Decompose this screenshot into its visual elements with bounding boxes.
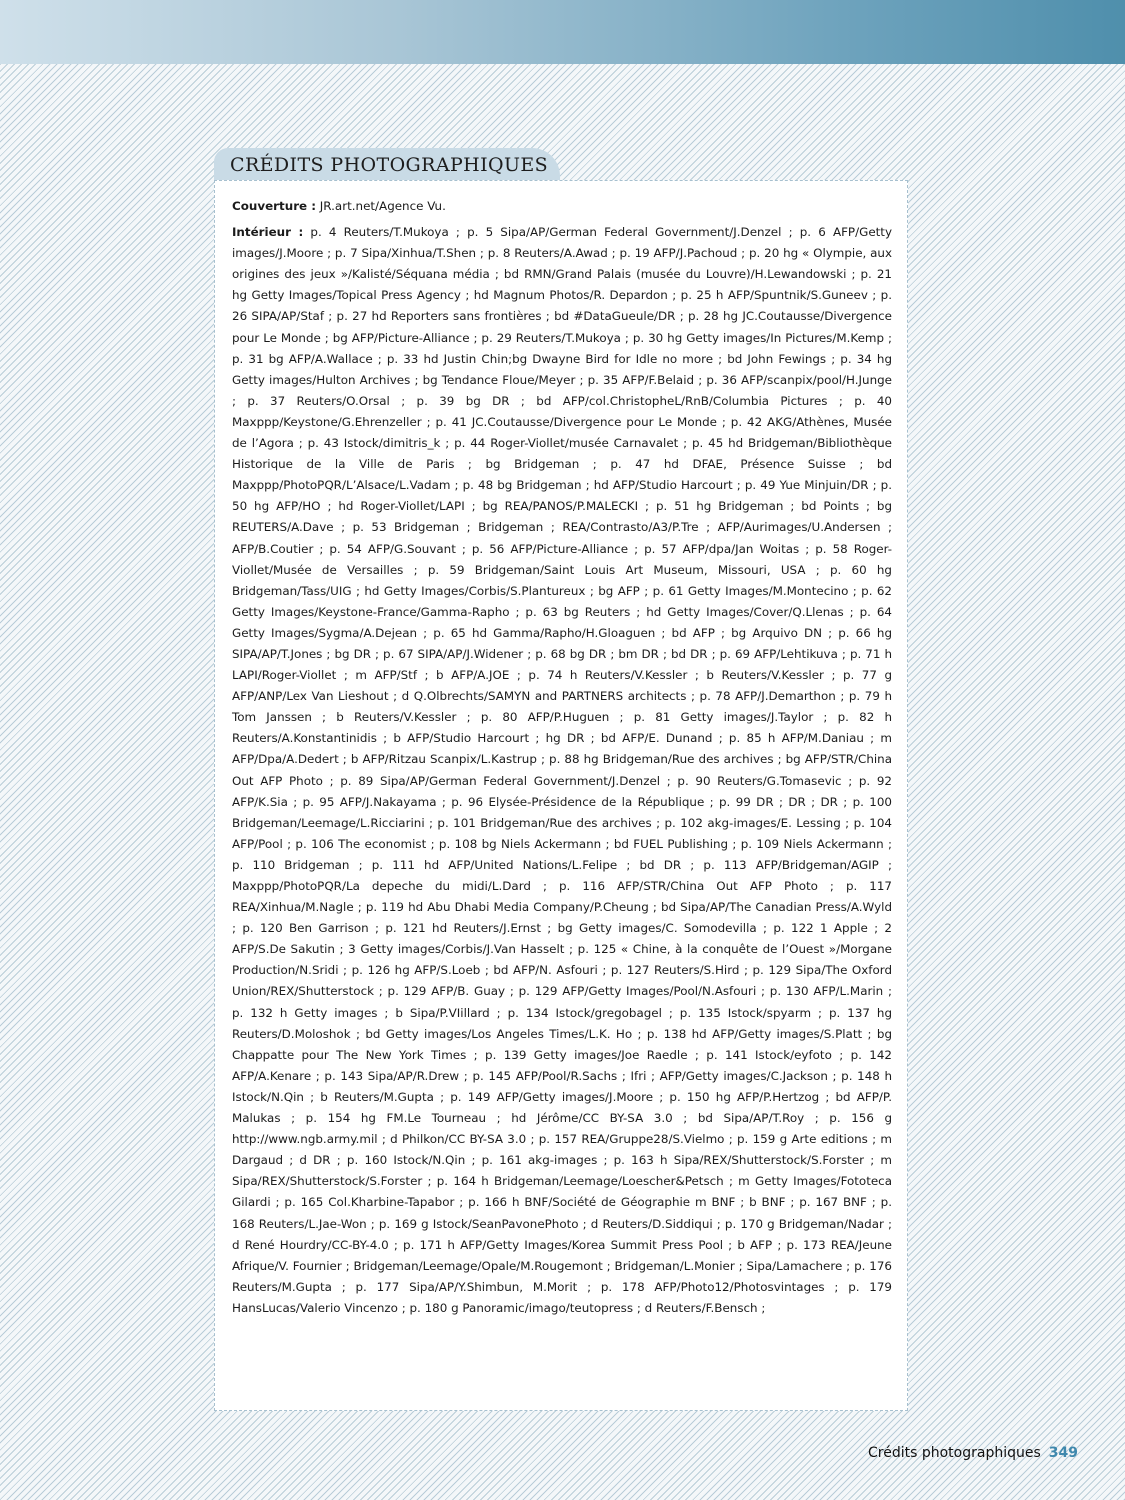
header-band: [0, 0, 1125, 64]
interior-credits: Intérieur : p. 4 Reuters/T.Mukoya ; p. 5…: [232, 222, 892, 1319]
page-number: 349: [1048, 1445, 1078, 1461]
page-footer: Crédits photographiques 349: [868, 1445, 1078, 1461]
cover-label: Couverture :: [232, 199, 317, 213]
credits-content: Couverture : JR.art.net/Agence Vu. Intér…: [232, 196, 892, 1319]
credits-panel: Couverture : JR.art.net/Agence Vu. Intér…: [214, 180, 908, 1411]
footer-label: Crédits photographiques: [868, 1445, 1041, 1461]
section-tab: CRÉDITS PHOTOGRAPHIQUES: [214, 148, 560, 182]
interior-label: Intérieur :: [232, 225, 304, 240]
interior-text: p. 4 Reuters/T.Mukoya ; p. 5 Sipa/AP/Ger…: [232, 225, 892, 1315]
cover-text: JR.art.net/Agence Vu.: [316, 199, 446, 213]
section-title: CRÉDITS PHOTOGRAPHIQUES: [230, 154, 549, 176]
cover-credit: Couverture : JR.art.net/Agence Vu.: [232, 196, 892, 217]
